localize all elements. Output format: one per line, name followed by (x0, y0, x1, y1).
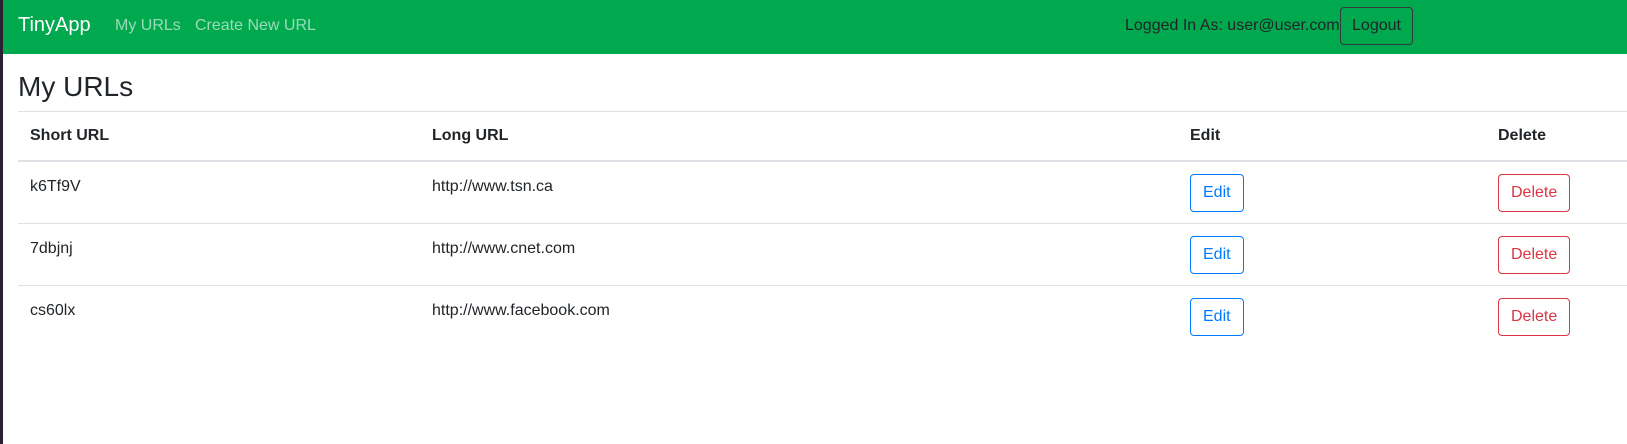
delete-button[interactable]: Delete (1498, 174, 1571, 212)
short-url: cs60lx (30, 301, 76, 319)
page-title: My URLs (18, 71, 134, 102)
table-body: k6Tf9V http://www.tsn.ca Edit Delete 7db… (18, 161, 1627, 347)
short-url: 7dbjnj (30, 239, 73, 257)
navbar: TinyApp My URLs Create New URL Logged In… (3, 0, 1627, 54)
short-url-cell: cs60lx (18, 284, 420, 347)
delete-button[interactable]: Delete (1498, 297, 1571, 336)
delete-button[interactable]: Delete (1498, 235, 1571, 274)
edit-button[interactable]: Edit (1190, 297, 1244, 336)
edit-cell: Edit (1178, 161, 1486, 223)
nav-link-create-new-url[interactable]: Create New URL (195, 16, 316, 36)
delete-cell: Delete (1486, 284, 1627, 347)
long-url: http://www.cnet.com (432, 239, 576, 257)
short-url: k6Tf9V (30, 178, 81, 195)
header-delete: Delete (1486, 111, 1627, 162)
short-url-cell: k6Tf9V (18, 161, 420, 223)
long-url: http://www.tsn.ca (432, 178, 553, 195)
urls-table: Short URL Long URL Edit Delete k6Tf9V ht… (18, 111, 1627, 347)
table-row: 7dbjnj http://www.cnet.com Edit Delete (18, 222, 1627, 285)
long-url: http://www.facebook.com (432, 301, 610, 319)
edit-cell: Edit (1178, 222, 1486, 285)
delete-cell: Delete (1486, 161, 1627, 223)
nav-link-my-urls[interactable]: My URLs (115, 16, 181, 36)
edit-button[interactable]: Edit (1190, 235, 1244, 274)
header-long-url: Long URL (420, 111, 1178, 162)
delete-cell: Delete (1486, 222, 1627, 285)
short-url-cell: 7dbjnj (18, 222, 420, 285)
logged-in-user: Logged In As: user@user.com (1125, 17, 1340, 34)
table-row: k6Tf9V http://www.tsn.ca Edit Delete (18, 161, 1627, 223)
header-edit: Edit (1178, 111, 1486, 162)
table-row: cs60lx http://www.facebook.com Edit Dele… (18, 284, 1627, 347)
table-header: Short URL Long URL Edit Delete (18, 111, 1627, 162)
logout-button[interactable]: Logout (1340, 7, 1413, 45)
edit-cell: Edit (1178, 284, 1486, 347)
header-short-url: Short URL (18, 111, 420, 162)
browser-viewport: TinyApp My URLs Create New URL Logged In… (3, 0, 1627, 444)
long-url-cell: http://www.tsn.ca (420, 161, 1178, 223)
brand-link[interactable]: TinyApp (18, 13, 91, 37)
table-header-row: Short URL Long URL Edit Delete (18, 111, 1627, 162)
long-url-cell: http://www.facebook.com (420, 284, 1178, 347)
edit-button[interactable]: Edit (1190, 174, 1244, 212)
long-url-cell: http://www.cnet.com (420, 222, 1178, 285)
